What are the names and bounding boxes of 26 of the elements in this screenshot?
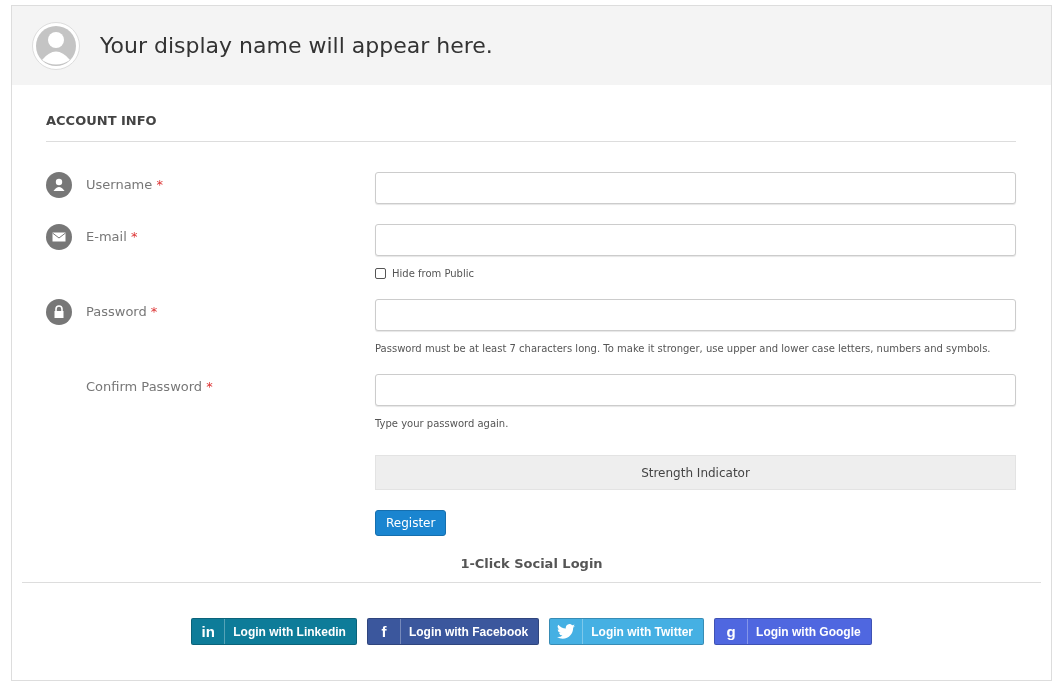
- text-field[interactable]: [375, 172, 1016, 204]
- checkbox-label: Hide from Public: [392, 268, 475, 279]
- facebook-login-button[interactable]: f Login with Facebook: [366, 618, 540, 645]
- field-hint: Type your password again.: [375, 418, 510, 429]
- checkbox[interactable]: [375, 268, 386, 279]
- text-field[interactable]: [375, 299, 1016, 331]
- text-field[interactable]: [375, 374, 1016, 406]
- user-icon: [46, 172, 72, 198]
- bird-icon: [557, 624, 576, 639]
- envelope-icon: [46, 224, 72, 250]
- field-label: Username *: [86, 176, 163, 194]
- text-field[interactable]: [375, 224, 1016, 256]
- linkedin-login-button[interactable]: in Login with Linkedin: [191, 618, 357, 645]
- register-button[interactable]: Register: [375, 510, 447, 536]
- field-hint: Password must be at least 7 characters long. To make it stronger, use upper and lower case letters, numbers and symbols.: [375, 343, 992, 354]
- strength-indicator: Strength Indicator: [375, 455, 1016, 490]
- field-label: E-mail *: [86, 228, 138, 246]
- lock-icon: [46, 299, 72, 325]
- twitter-login-button[interactable]: Login with Twitter: [549, 618, 705, 645]
- field-label: Confirm Password *: [86, 378, 213, 396]
- google-login-button[interactable]: g Login with Google: [714, 618, 872, 645]
- section-title: ACCOUNT INFO: [46, 112, 158, 130]
- display-name: Your display name will appear here.: [100, 33, 493, 58]
- avatar-icon: [32, 21, 80, 70]
- social-login-title: 1-Click Social Login: [459, 556, 604, 571]
- field-label: Password *: [86, 303, 158, 321]
